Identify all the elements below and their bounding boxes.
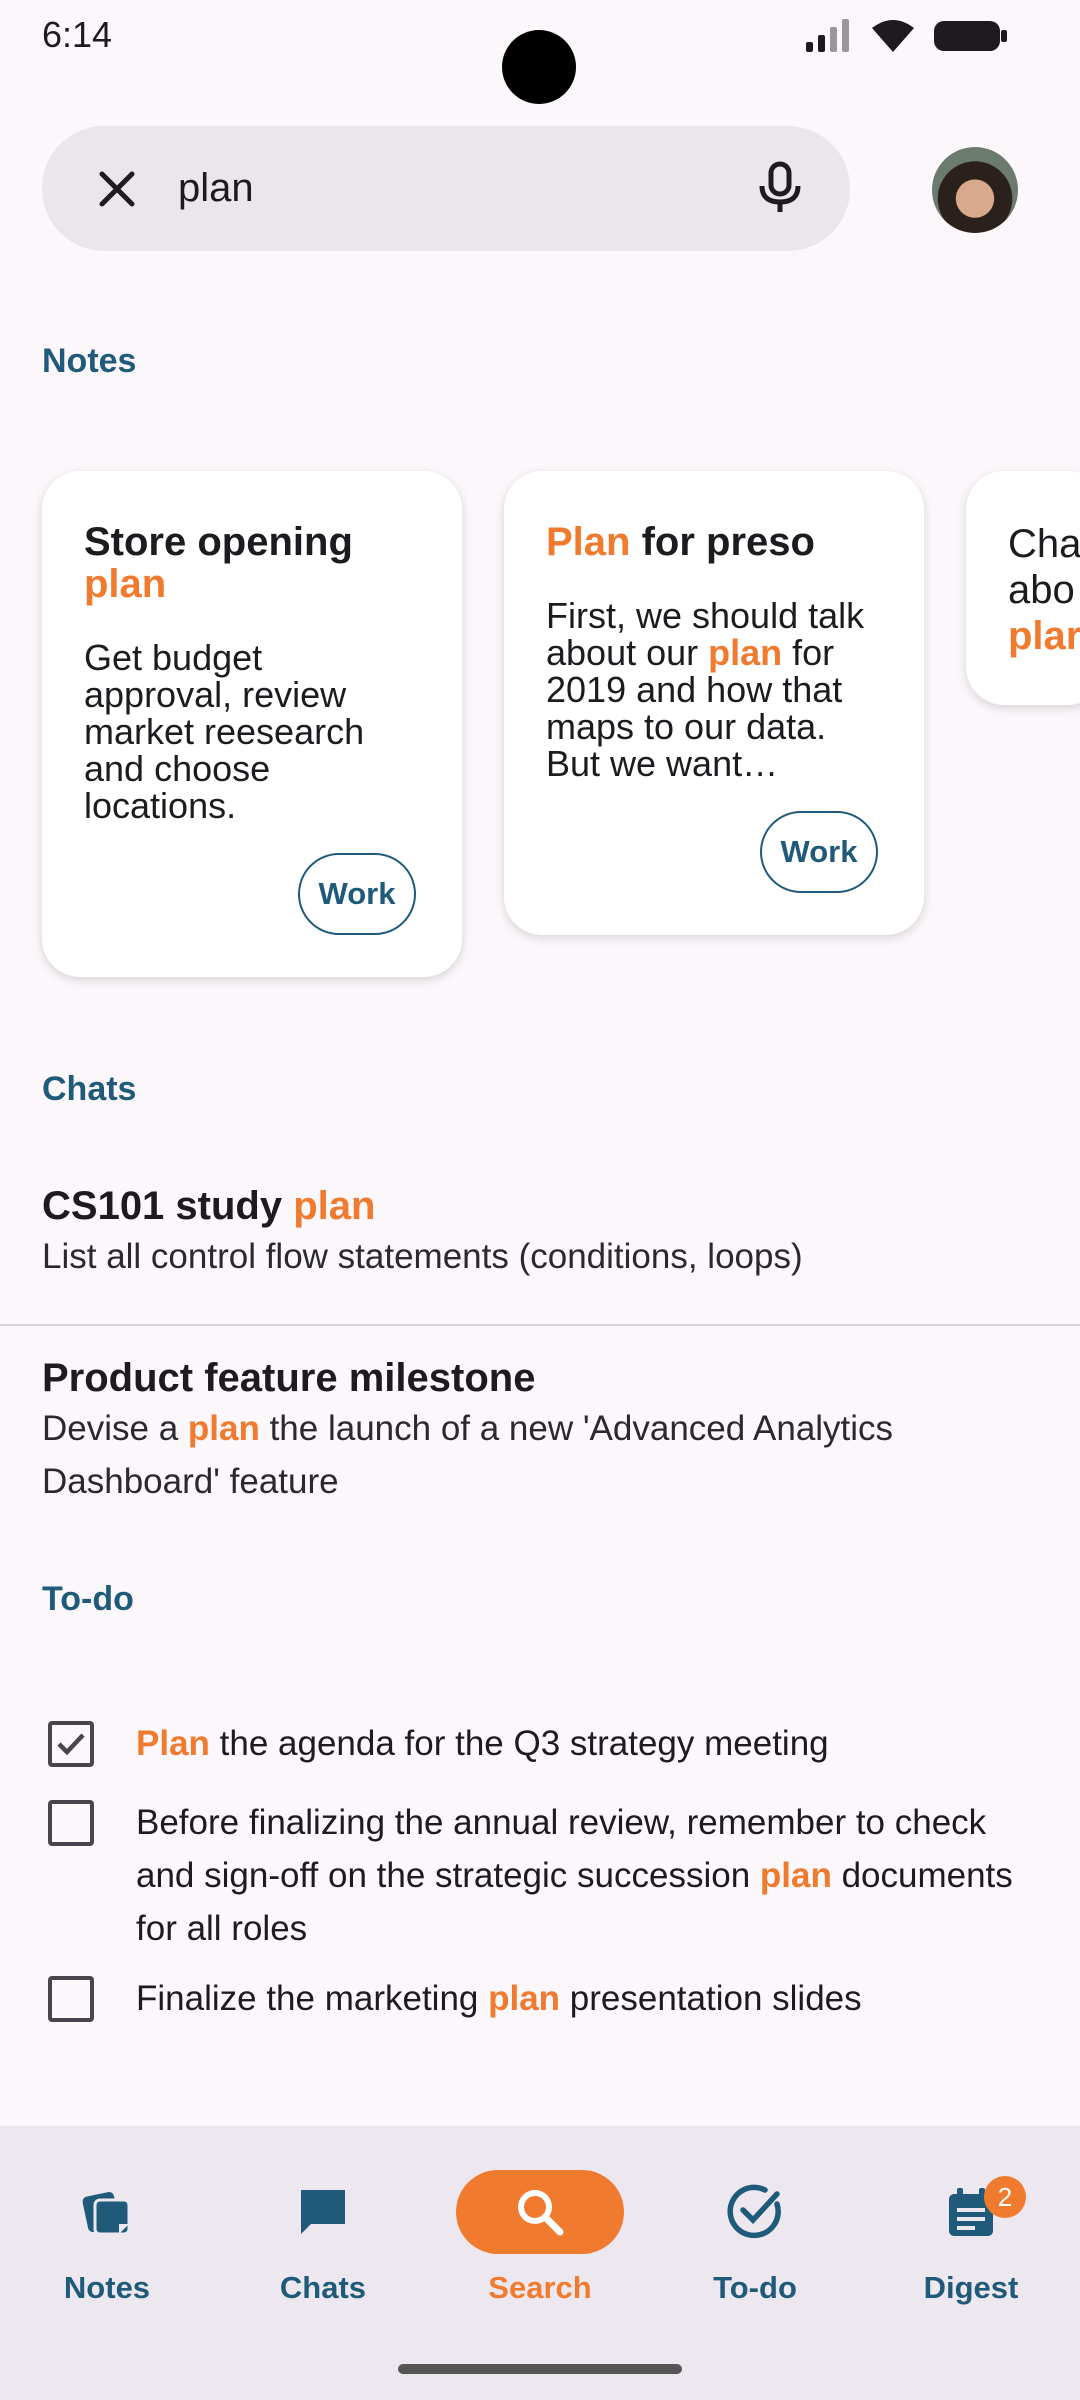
note-title-text: for preso <box>630 520 815 564</box>
todo-highlight: plan <box>759 1856 832 1895</box>
note-partial-text: Cha abo plar <box>1008 521 1080 659</box>
section-title-chats: Chats <box>42 1070 137 1108</box>
nav-label: To-do <box>713 2270 797 2305</box>
nav-item-search[interactable]: Search <box>455 2170 625 2306</box>
close-icon[interactable] <box>92 164 142 214</box>
signal-icon <box>806 19 849 52</box>
note-body: Get budget approval, review market reese… <box>84 637 365 826</box>
note-card-partial[interactable]: Cha abo plar <box>966 471 1080 705</box>
note-title: Plan for preso <box>546 521 882 563</box>
note-title: Store opening plan <box>84 521 420 605</box>
search-icon <box>518 2190 564 2236</box>
battery-icon <box>934 21 1007 51</box>
nav-label: Chats <box>279 2270 367 2305</box>
checkbox[interactable] <box>48 1976 94 2022</box>
status-bar: 6:14 <box>0 0 1080 104</box>
nav-active-indicator <box>456 2170 624 2254</box>
notes-icon <box>82 2191 131 2236</box>
chat-item[interactable]: Product feature milestone Devise a plan … <box>42 1354 1042 1508</box>
note-partial-line: abo <box>1008 568 1075 612</box>
todo-highlight: plan <box>488 1979 561 2018</box>
note-body-highlight: plan <box>708 632 783 673</box>
check-icon <box>57 1733 85 1756</box>
nav-label: Notes <box>63 2270 151 2305</box>
notification-badge: 2 <box>984 2176 1026 2218</box>
todo-item: Plan the agenda for the Q3 strategy meet… <box>48 1717 1048 1770</box>
note-card[interactable]: Plan for preso First, we should talk abo… <box>504 471 924 935</box>
todo-item: Finalize the marketing plan presentation… <box>48 1972 1048 2025</box>
note-title-text: Store opening <box>84 520 353 564</box>
divider <box>0 1324 1080 1326</box>
chat-subtitle: List all control flow statements (condit… <box>42 1237 803 1276</box>
nav-item-chats[interactable]: Chats <box>238 2170 408 2306</box>
camera-cutout <box>502 30 576 104</box>
chat-subtitle-highlight: plan <box>187 1409 260 1448</box>
todo-item: Before finalizing the annual review, rem… <box>48 1796 1048 1955</box>
nav-label: Search <box>488 2270 592 2305</box>
nav-item-todo[interactable]: To-do <box>670 2170 840 2306</box>
todo-text-part: the agenda for the Q3 strategy meeting <box>209 1724 829 1763</box>
section-title-todo: To-do <box>42 1580 134 1618</box>
search-bar <box>42 126 850 251</box>
note-body: First, we should talk about our plan for… <box>546 597 882 782</box>
chat-subtitle-text: Devise a <box>42 1409 188 1448</box>
status-icons <box>804 18 1008 54</box>
todo-highlight: Plan <box>136 1724 210 1763</box>
nav-label: Digest <box>923 2270 1019 2305</box>
todo-text: Finalize the marketing plan presentation… <box>136 1972 1036 2025</box>
todo-text-part: Finalize the marketing <box>136 1979 489 2018</box>
todo-text: Plan the agenda for the Q3 strategy meet… <box>136 1717 1036 1770</box>
wifi-icon <box>872 20 914 52</box>
chat-title: CS101 study plan <box>42 1182 1042 1230</box>
label-chip[interactable]: Work <box>760 811 878 893</box>
avatar[interactable] <box>932 147 1018 233</box>
nav-item-digest[interactable]: 2 Digest <box>886 2170 1056 2306</box>
chat-item[interactable]: CS101 study plan List all control flow s… <box>42 1182 1042 1283</box>
home-indicator[interactable] <box>398 2364 682 2374</box>
note-card[interactable]: Store opening plan Get budget approval, … <box>42 471 462 977</box>
note-title-highlight: plan <box>84 562 167 606</box>
chat-title-text: CS101 study <box>42 1184 294 1228</box>
chat-subtitle: Devise a plan the launch of a new 'Advan… <box>42 1402 1042 1508</box>
status-time: 6:14 <box>42 14 113 55</box>
bottom-nav: Notes Chats Search To-do 2 Digest <box>0 2126 1080 2400</box>
chat-title: Product feature milestone <box>42 1356 536 1400</box>
nav-item-notes[interactable]: Notes <box>22 2170 192 2306</box>
section-title-notes: Notes <box>42 342 137 380</box>
checkbox-checked[interactable] <box>48 1721 94 1767</box>
checkbox[interactable] <box>48 1800 94 1846</box>
search-input[interactable] <box>178 156 758 220</box>
microphone-icon[interactable] <box>750 158 810 218</box>
chat-icon <box>301 2190 345 2234</box>
label-chip[interactable]: Work <box>298 853 416 935</box>
todo-text: Before finalizing the annual review, rem… <box>136 1796 1036 1955</box>
note-partial-highlight: plar <box>1008 614 1080 658</box>
note-title-highlight: Plan <box>546 520 631 564</box>
note-partial-line: Cha <box>1008 522 1080 566</box>
chat-title-highlight: plan <box>293 1184 376 1228</box>
check-circle-icon <box>727 2184 781 2239</box>
todo-text-part: presentation slides <box>560 1979 862 2018</box>
